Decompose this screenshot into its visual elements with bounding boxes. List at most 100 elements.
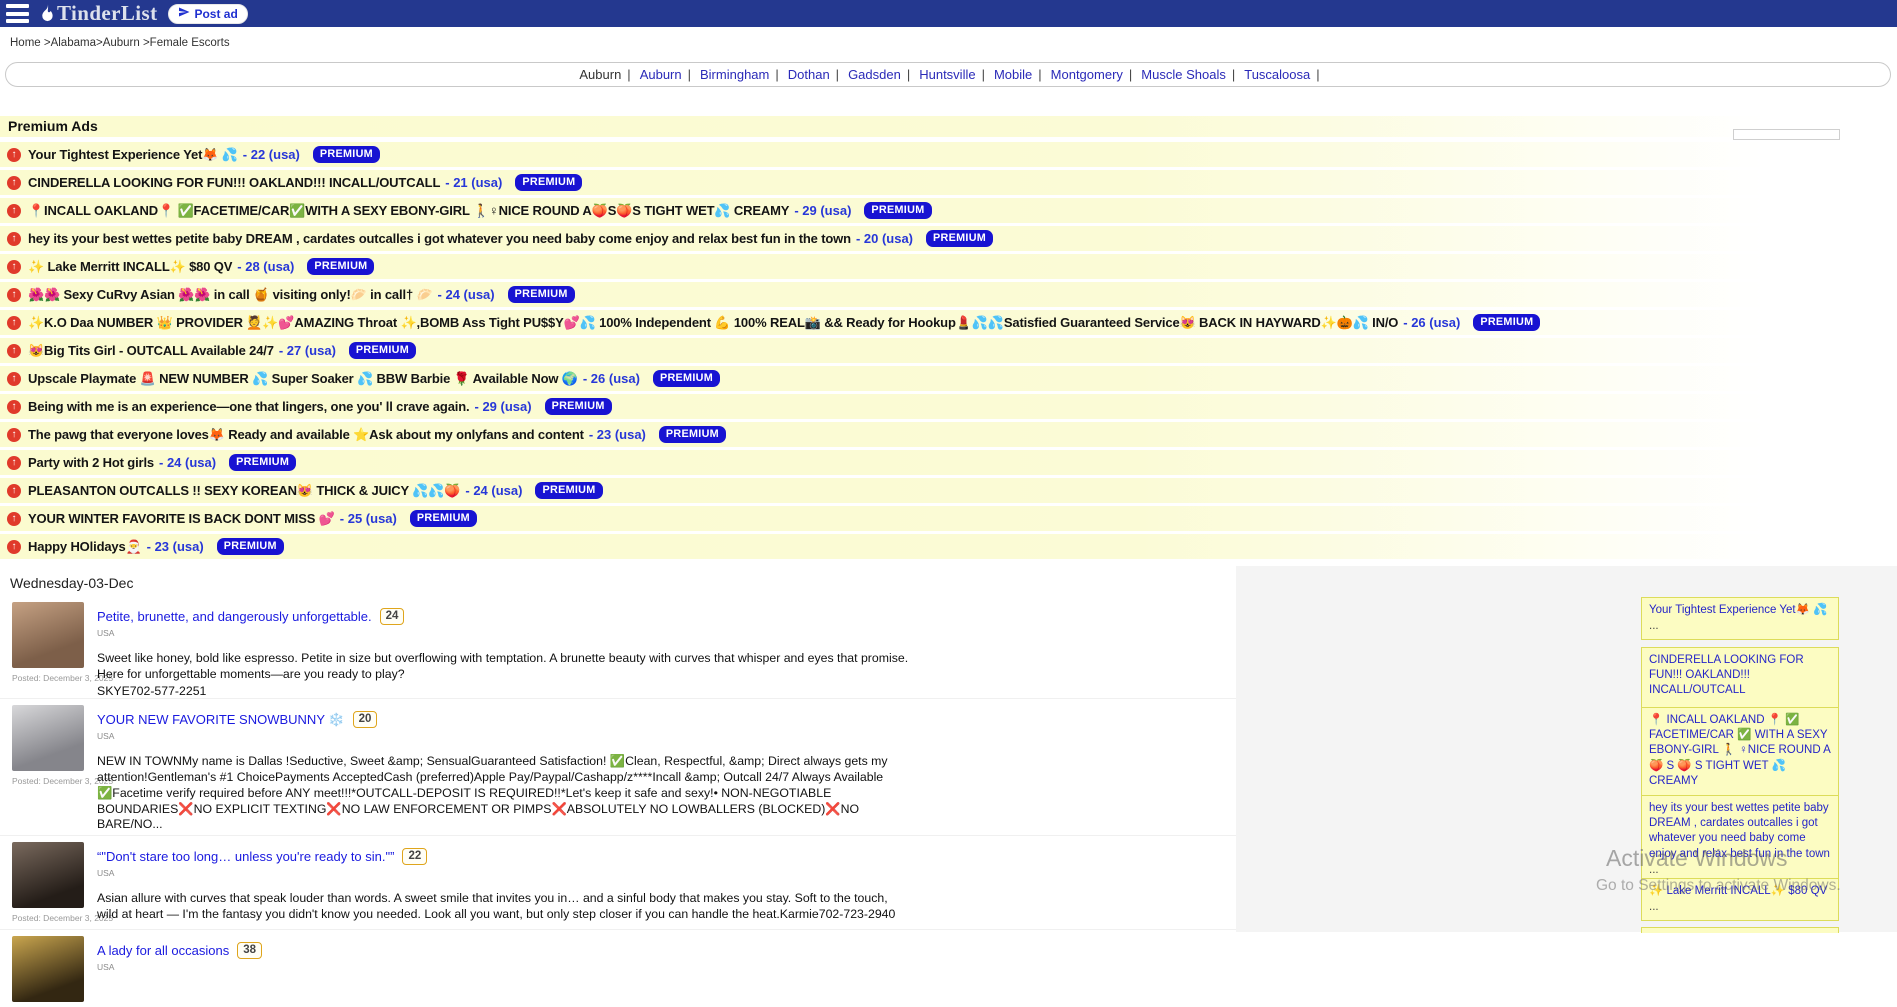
sidebar-ad-link[interactable]: Your Tightest Experience Yet🦊 💦 [1649,603,1831,618]
premium-ad-link[interactable]: 📍INCALL OAKLAND📍 ✅FACETIME/CAR✅WITH A SE… [28,203,789,219]
city-link[interactable]: Huntsville [919,67,975,82]
listing-thumbnail[interactable] [12,936,84,1002]
listing-thumbnail[interactable] [12,842,84,908]
premium-ad-link[interactable]: hey its your best wettes petite baby DRE… [28,231,851,246]
paper-plane-icon [178,5,190,23]
city-separator: | [982,67,985,82]
city-nav-item: Birmingham | [694,67,782,82]
listing-title-link[interactable]: “"Don't stare too long… unless you're re… [97,849,394,864]
city-nav-item: Mobile | [988,67,1045,82]
premium-ad-link[interactable]: Party with 2 Hot girls [28,455,154,470]
listing-left-column [12,936,97,1007]
premium-ad-link[interactable]: PLEASANTON OUTCALLS !! SEXY KOREAN😻 THIC… [28,483,460,499]
country-label: USA [97,962,1236,972]
premium-ad-row: ↑ The pawg that everyone loves🦊 Ready an… [0,422,1897,447]
premium-badge: PREMIUM [864,202,931,219]
breadcrumb[interactable]: Home >Alabama>Auburn >Female Escorts [10,37,230,49]
premium-ad-link[interactable]: 😻Big Tits Girl - OUTCALL Available 24/7 [28,343,274,359]
premium-ad-link[interactable]: The pawg that everyone loves🦊 Ready and … [28,427,584,443]
premium-ad-age: - 25 (usa) [340,511,397,526]
bump-up-icon: ↑ [7,204,21,218]
premium-ad-age: - 23 (usa) [147,539,204,554]
premium-ad-row: ↑ Upscale Playmate 🚨 NEW NUMBER 💦 Super … [0,366,1897,391]
premium-ad-link[interactable]: Your Tightest Experience Yet🦊 💦 [28,147,238,163]
premium-ad-age: - 28 (usa) [237,259,294,274]
city-link[interactable]: Dothan [788,67,830,82]
top-bar: TinderList Post ad [0,0,1897,27]
premium-ad-age: - 23 (usa) [589,427,646,442]
listing-title-link[interactable]: Petite, brunette, and dangerously unforg… [97,609,372,624]
premium-ad-row: ↑ YOUR WINTER FAVORITE IS BACK DONT MISS… [0,506,1897,531]
premium-ad-link[interactable]: ✨K.O Daa NUMBER 👑 PROVIDER 💆✨💕AMAZING Th… [28,315,1398,331]
bump-up-icon: ↑ [7,484,21,498]
premium-ad-link[interactable]: 🌺🌺 Sexy CuRvy Asian 🌺🌺 in call 🍯 visitin… [28,287,433,303]
listing-thumbnail[interactable] [12,602,84,668]
premium-ad-age: - 29 (usa) [794,203,851,218]
premium-badge: PREMIUM [926,230,993,247]
sidebar-ad-link[interactable]: 📍 INCALL OAKLAND 📍 ✅ FACETIME/CAR ✅ WITH… [1649,713,1831,789]
premium-ad-link[interactable]: YOUR WINTER FAVORITE IS BACK DONT MISS 💕 [28,511,335,527]
sidebar-ad-link[interactable]: hey its your best wettes petite baby DRE… [1649,801,1831,862]
brand-logo[interactable]: TinderList [38,1,157,26]
city-link[interactable]: Mobile [994,67,1032,82]
listing-title-link[interactable]: A lady for all occasions [97,943,229,958]
premium-ad-link[interactable]: Being with me is an experience—one that … [28,399,470,414]
menu-icon[interactable] [6,4,29,23]
premium-ad-age: - 26 (usa) [1403,315,1460,330]
premium-badge: PREMIUM [515,174,582,191]
premium-ad-row: ↑ Being with me is an experience—one tha… [0,394,1897,419]
age-badge: 20 [353,711,378,728]
city-nav: Auburn | Auburn | Birmingham | Dothan | … [5,62,1891,87]
city-separator: | [1129,67,1132,82]
sidebar-ad-link[interactable]: CINDERELLA LOOKING FOR FUN!!! OAKLAND!!!… [1649,653,1831,699]
city-nav-item: Muscle Shoals | [1135,67,1238,82]
bump-up-icon: ↑ [7,540,21,554]
listing-title-link[interactable]: YOUR NEW FAVORITE SNOWBUNNY ❄️ [97,712,345,728]
city-link[interactable]: Birmingham [700,67,769,82]
premium-ad-link[interactable]: Upscale Playmate 🚨 NEW NUMBER 💦 Super So… [28,371,578,387]
premium-badge: PREMIUM [313,146,380,163]
bump-up-icon: ↑ [7,316,21,330]
city-link[interactable]: Muscle Shoals [1141,67,1226,82]
city-nav-item: Tuscaloosa | [1238,67,1322,82]
premium-ad-link[interactable]: Happy HOlidays🎅 [28,539,142,555]
posted-date: Posted: December 3, 2025 [12,776,97,786]
sidebar-ad[interactable]: Your Tightest Experience Yet🦊 💦 ... [1641,597,1839,640]
premium-ad-age: - 22 (usa) [243,147,300,162]
premium-ad-age: - 24 (usa) [438,287,495,302]
premium-badge: PREMIUM [508,286,575,303]
city-link[interactable]: Auburn [640,67,682,82]
country-label: USA [97,868,1236,878]
premium-badge: PREMIUM [229,454,296,471]
sidebar-ad-link[interactable]: ✨ Lake Merritt INCALL✨ $80 QV [1649,884,1831,899]
post-ad-button[interactable]: Post ad [168,4,247,24]
city-nav-item: Gadsden | [842,67,913,82]
city-link[interactable]: Montgomery [1051,67,1123,82]
premium-ad-age: - 20 (usa) [856,231,913,246]
city-link[interactable]: Auburn [579,67,621,82]
country-label: USA [97,628,1236,638]
premium-ad-link[interactable]: CINDERELLA LOOKING FOR FUN!!! OAKLAND!!!… [28,175,440,190]
premium-ad-link[interactable]: ✨ Lake Merritt INCALL✨ $80 QV [28,259,232,275]
age-badge: 22 [402,848,427,865]
listing-thumbnail[interactable] [12,705,84,771]
age-badge: 38 [237,942,262,959]
premium-ad-age: - 26 (usa) [583,371,640,386]
bump-up-icon: ↑ [7,400,21,414]
listing-left-column: Posted: December 3, 2025 [12,602,97,698]
city-link[interactable]: Tuscaloosa [1244,67,1310,82]
sidebar-ad-ellipsis: ... [1649,619,1831,634]
city-link[interactable]: Gadsden [848,67,901,82]
listing-content: “"Don't stare too long… unless you're re… [97,842,1236,929]
premium-ads-heading: Premium Ads [0,116,1897,137]
bump-up-icon: ↑ [7,512,21,526]
listing-left-column: Posted: December 3, 2025 [12,842,97,929]
premium-badge: PREMIUM [307,258,374,275]
premium-ad-age: - 24 (usa) [159,455,216,470]
sidebar-ad[interactable]: hey its your best wettes petite baby DRE… [1641,795,1839,884]
date-header: Wednesday-03-Dec [0,570,1236,598]
premium-ad-row: ↑ hey its your best wettes petite baby D… [0,226,1897,251]
sidebar-ad[interactable]: ✨ Lake Merritt INCALL✨ $80 QV ... [1641,878,1839,921]
country-label: USA [97,731,1236,741]
sidebar-ad-ellipsis: ... [1649,863,1831,878]
